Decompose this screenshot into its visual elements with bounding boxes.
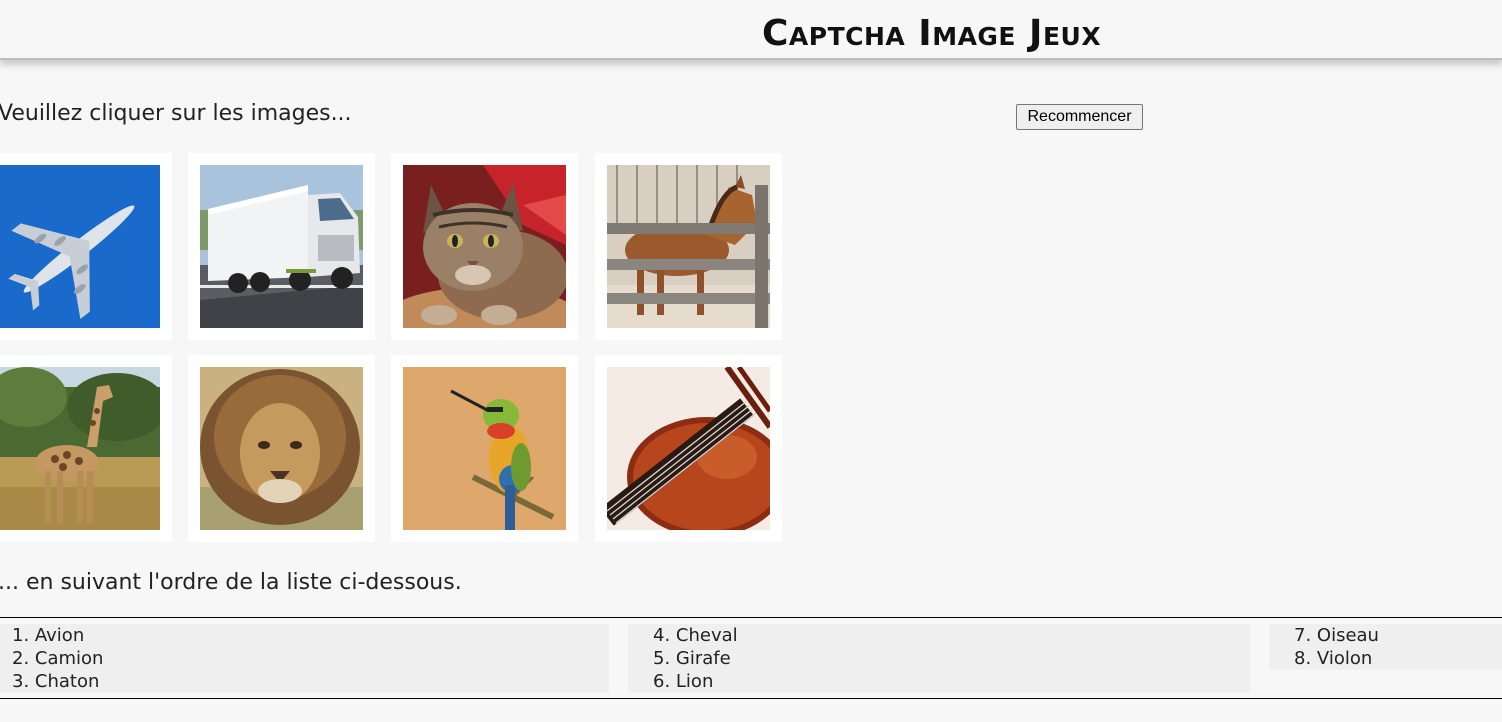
- order-list-column-2: 4. Cheval 5. Girafe 6. Lion: [628, 624, 1250, 693]
- list-item: 5. Girafe: [653, 648, 731, 669]
- list-item: 7. Oiseau: [1294, 625, 1379, 646]
- list-item: 2. Camion: [12, 648, 104, 669]
- list-item: 6. Lion: [653, 671, 714, 692]
- airplane-image: [0, 165, 160, 328]
- captcha-image-bird[interactable]: [391, 355, 578, 542]
- list-item: 3. Chaton: [12, 671, 100, 692]
- instruction-follow-order: ... en suivant l'ordre de la liste ci-de…: [0, 570, 462, 595]
- horse-image: [607, 165, 770, 328]
- list-item: 1. Avion: [12, 625, 85, 646]
- captcha-image-cat[interactable]: [391, 153, 578, 340]
- captcha-image-horse[interactable]: [595, 153, 782, 340]
- page-header: Captcha Image Jeux: [0, 0, 1502, 60]
- captcha-image-airplane[interactable]: [0, 153, 172, 340]
- page-title: Captcha Image Jeux: [762, 13, 1102, 54]
- order-list-column-3: 7. Oiseau 8. Violon: [1269, 624, 1502, 670]
- instruction-click-images: Veuillez cliquer sur les images...: [0, 101, 352, 126]
- truck-image: [200, 165, 363, 328]
- bird-image: [403, 367, 566, 530]
- captcha-image-truck[interactable]: [188, 153, 375, 340]
- captcha-image-giraffe[interactable]: [0, 355, 172, 542]
- list-item: 4. Cheval: [653, 625, 738, 646]
- giraffe-image: [0, 367, 160, 530]
- captcha-image-violin[interactable]: [595, 355, 782, 542]
- order-list: 1. Avion 2. Camion 3. Chaton 4. Cheval 5…: [0, 617, 1502, 699]
- list-item: 8. Violon: [1294, 648, 1373, 669]
- violin-image: [607, 367, 770, 530]
- cat-image: [403, 165, 566, 328]
- lion-image: [200, 367, 363, 530]
- restart-button[interactable]: Recommencer: [1016, 104, 1143, 130]
- order-list-column-1: 1. Avion 2. Camion 3. Chaton: [0, 624, 609, 693]
- captcha-image-lion[interactable]: [188, 355, 375, 542]
